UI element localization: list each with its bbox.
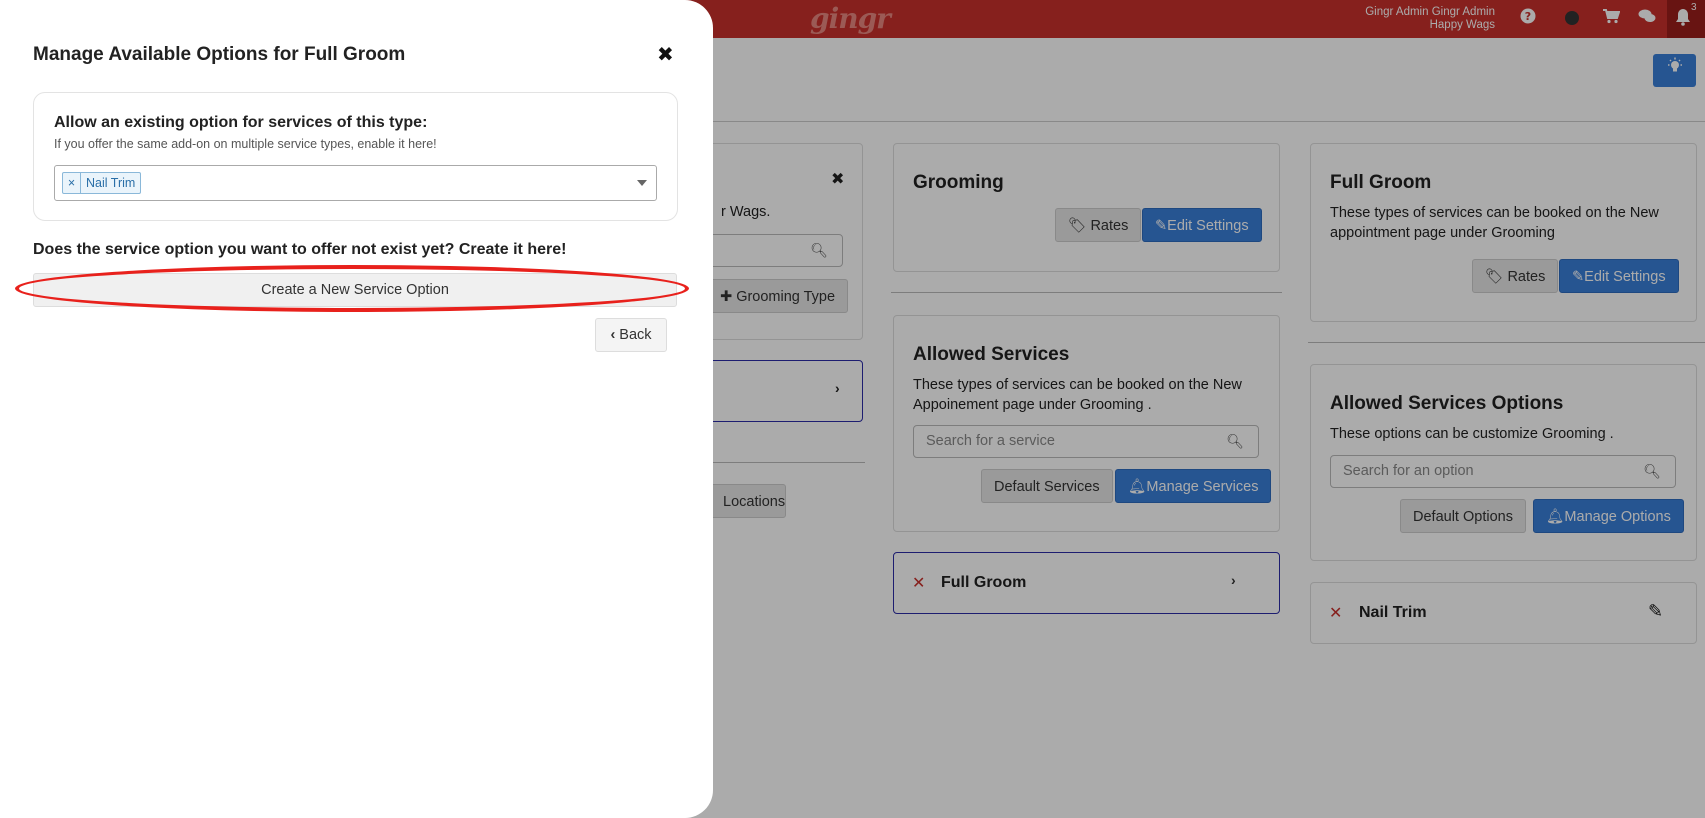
manage-options-modal: Manage Available Options for Full Groom … [0, 0, 713, 818]
chevron-left-icon: ‹ [610, 327, 620, 343]
selected-option-tag: × Nail Trim [62, 172, 142, 194]
selected-option-label: Nail Trim [86, 176, 136, 190]
dropdown-caret-icon[interactable] [637, 180, 647, 186]
create-option-question: Does the service option you want to offe… [33, 241, 567, 258]
back-button[interactable]: ‹ Back [595, 318, 667, 352]
back-label: Back [619, 327, 652, 343]
option-multiselect[interactable]: × Nail Trim [54, 165, 657, 201]
highlight-annotation [15, 265, 689, 312]
close-icon[interactable]: ✖ [657, 42, 674, 67]
modal-title: Manage Available Options for Full Groom [33, 44, 406, 65]
remove-tag-icon[interactable]: × [63, 173, 81, 193]
existing-option-box: Allow an existing option for services of… [33, 92, 678, 221]
existing-option-title: Allow an existing option for services of… [54, 114, 428, 131]
existing-option-subtitle: If you offer the same add-on on multiple… [54, 137, 437, 151]
